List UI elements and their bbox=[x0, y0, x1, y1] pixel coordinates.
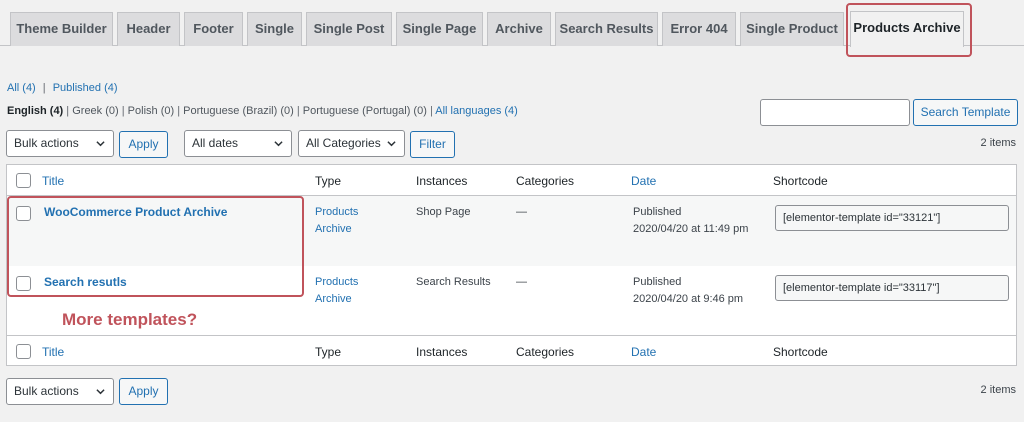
apply-button-bottom[interactable]: Apply bbox=[119, 378, 168, 405]
items-count-top: 2 items bbox=[980, 137, 1016, 149]
dates-filter-value: All dates bbox=[192, 136, 239, 150]
shortcode-field[interactable]: [elementor-template id="33121"] bbox=[775, 205, 1009, 231]
template-categories: — bbox=[516, 276, 527, 288]
template-type-link[interactable]: Products Archive bbox=[315, 204, 358, 238]
lang-greek[interactable]: Greek (0) bbox=[72, 105, 118, 117]
column-title-footer[interactable]: Title bbox=[42, 345, 64, 359]
table-footer-row: Title Type Instances Categories Date Sho… bbox=[7, 335, 1016, 366]
tab-error-404[interactable]: Error 404 bbox=[662, 12, 736, 46]
tab-header[interactable]: Header bbox=[117, 12, 180, 46]
select-all-checkbox-footer[interactable] bbox=[16, 344, 31, 359]
date-status: Published bbox=[633, 206, 682, 218]
tab-search-results[interactable]: Search Results bbox=[555, 12, 658, 46]
chevron-down-icon bbox=[96, 389, 105, 395]
column-title[interactable]: Title bbox=[42, 174, 64, 188]
title-column-highlight bbox=[7, 196, 304, 297]
dates-filter-select[interactable]: All dates bbox=[184, 130, 292, 157]
template-instances: Search Results bbox=[416, 276, 491, 288]
column-shortcode-footer: Shortcode bbox=[773, 345, 828, 359]
date-status: Published bbox=[633, 276, 682, 288]
language-filter-links: English (4) | Greek (0) | Polish (0) | P… bbox=[7, 105, 518, 117]
lang-separator: | bbox=[177, 105, 181, 117]
column-categories: Categories bbox=[516, 174, 575, 188]
column-instances-footer: Instances bbox=[416, 345, 468, 359]
search-templates-input[interactable] bbox=[760, 99, 910, 126]
type-line-1: Products bbox=[315, 206, 359, 218]
type-line-1: Products bbox=[315, 276, 359, 288]
column-date[interactable]: Date bbox=[631, 174, 656, 188]
template-type-link[interactable]: Products Archive bbox=[315, 274, 358, 308]
lang-english: English (4) bbox=[7, 105, 64, 117]
filter-button[interactable]: Filter bbox=[410, 131, 455, 158]
tab-archive[interactable]: Archive bbox=[487, 12, 551, 46]
template-instances: Shop Page bbox=[416, 206, 471, 218]
annotation-text: More templates? bbox=[62, 310, 198, 329]
categories-filter-value: All Categories bbox=[306, 136, 381, 150]
status-published-link[interactable]: Published (4) bbox=[53, 82, 118, 94]
lang-polish[interactable]: Polish (0) bbox=[128, 105, 174, 117]
date-value: 2020/04/20 at 9:46 pm bbox=[633, 293, 744, 305]
lang-separator: | bbox=[429, 105, 433, 117]
tab-single-post[interactable]: Single Post bbox=[306, 12, 392, 46]
apply-button-top[interactable]: Apply bbox=[119, 131, 168, 158]
bulk-actions-value: Bulk actions bbox=[14, 384, 79, 398]
search-template-button[interactable]: Search Template bbox=[913, 99, 1018, 126]
items-count-bottom: 2 items bbox=[980, 384, 1016, 396]
lang-portuguese-portugal[interactable]: Portuguese (Portugal) (0) bbox=[303, 105, 427, 117]
lang-separator: | bbox=[66, 105, 70, 117]
column-instances: Instances bbox=[416, 174, 468, 188]
column-type-footer: Type bbox=[315, 345, 342, 359]
table-header-row: Title Type Instances Categories Date Sho… bbox=[7, 165, 1016, 196]
status-separator: | bbox=[42, 82, 46, 94]
lang-portuguese-brazil[interactable]: Portuguese (Brazil) (0) bbox=[183, 105, 294, 117]
select-all-checkbox[interactable] bbox=[16, 173, 31, 188]
template-date: Published 2020/04/20 at 9:46 pm bbox=[633, 274, 743, 308]
tab-footer[interactable]: Footer bbox=[184, 12, 243, 46]
chevron-down-icon bbox=[274, 141, 283, 147]
tab-single[interactable]: Single bbox=[247, 12, 302, 46]
tab-theme-builder[interactable]: Theme Builder bbox=[10, 12, 113, 46]
column-categories-footer: Categories bbox=[516, 345, 575, 359]
tab-single-page[interactable]: Single Page bbox=[396, 12, 483, 46]
products-archive-tab-highlight bbox=[846, 3, 972, 57]
date-value: 2020/04/20 at 11:49 pm bbox=[633, 223, 749, 235]
shortcode-field[interactable]: [elementor-template id="33117"] bbox=[775, 275, 1009, 301]
lang-all-languages[interactable]: All languages (4) bbox=[435, 105, 518, 117]
type-line-2: Archive bbox=[315, 293, 352, 305]
lang-separator: | bbox=[121, 105, 125, 117]
bulk-actions-select-bottom[interactable]: Bulk actions bbox=[6, 378, 114, 405]
status-filter-links: All (4) | Published (4) bbox=[7, 82, 118, 94]
status-all-link[interactable]: All (4) bbox=[7, 82, 36, 94]
lang-separator: | bbox=[296, 105, 300, 117]
tab-single-product[interactable]: Single Product bbox=[740, 12, 844, 46]
template-date: Published 2020/04/20 at 11:49 pm bbox=[633, 204, 748, 238]
categories-filter-select[interactable]: All Categories bbox=[298, 130, 405, 157]
column-date-footer[interactable]: Date bbox=[631, 345, 656, 359]
type-line-2: Archive bbox=[315, 223, 352, 235]
bulk-actions-select-top[interactable]: Bulk actions bbox=[6, 130, 114, 157]
chevron-down-icon bbox=[96, 141, 105, 147]
bulk-actions-value: Bulk actions bbox=[14, 136, 79, 150]
chevron-down-icon bbox=[387, 141, 396, 147]
column-type: Type bbox=[315, 174, 342, 188]
template-categories: — bbox=[516, 206, 527, 218]
column-shortcode: Shortcode bbox=[773, 174, 828, 188]
